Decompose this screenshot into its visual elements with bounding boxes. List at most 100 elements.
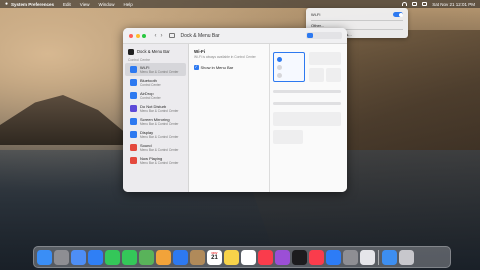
- contacts-book-icon[interactable]: [190, 249, 205, 265]
- sidebar-item-wifi[interactable]: Wi-Fi Menu Bar & Control Center: [125, 63, 186, 76]
- safari-icon[interactable]: [173, 249, 188, 265]
- sidebar-item-sub: Menu Bar & Control Center: [140, 70, 179, 74]
- music-icon[interactable]: [258, 249, 273, 265]
- screen-mirroring-icon: [130, 118, 137, 125]
- sidebar-item-sub: Menu Bar & Control Center: [140, 161, 179, 165]
- menu-help[interactable]: Help: [124, 2, 133, 7]
- preview-bluetooth-dot: [277, 65, 282, 70]
- sidebar-item-sub: Menu Bar & Control Center: [140, 148, 179, 152]
- maps-icon[interactable]: [139, 249, 154, 265]
- podcasts-icon[interactable]: [275, 249, 290, 265]
- sidebar-item-sub: Menu Bar & Control Center: [140, 122, 179, 126]
- sidebar-item-now-playing[interactable]: Now Playing Menu Bar & Control Center: [125, 154, 186, 167]
- sidebar-header[interactable]: Dock & Menu Bar: [123, 44, 188, 55]
- sidebar-item-airdrop[interactable]: AirDrop Control Center: [125, 89, 186, 102]
- wifi-status-icon[interactable]: [402, 2, 408, 6]
- system-preferences-icon[interactable]: [343, 249, 358, 265]
- zoom-button[interactable]: [142, 33, 146, 38]
- wifi-toggle[interactable]: [393, 12, 403, 17]
- menu-view[interactable]: View: [80, 2, 90, 7]
- preview-airdrop-dot: [277, 73, 282, 78]
- content-pane: Wi-Fi Wi-Fi is always available in Contr…: [189, 44, 347, 192]
- forward-chevron-icon[interactable]: ›: [161, 33, 163, 39]
- preview-display-slider: [273, 90, 341, 93]
- display-icon: [130, 131, 137, 138]
- app-store-icon[interactable]: [326, 249, 341, 265]
- preview-sound-slider: [273, 102, 341, 105]
- sidebar-item-sub: Control Center: [140, 83, 161, 87]
- sidebar-section-title: Control Centre: [128, 58, 151, 62]
- dock: NOV 21: [33, 246, 451, 268]
- contacts-icon[interactable]: [71, 249, 86, 265]
- preview-dnd-module: [309, 52, 341, 65]
- control-center-icon[interactable]: [422, 2, 428, 6]
- menu-bar: ● System Preferences Edit View Window He…: [0, 0, 480, 8]
- close-button[interactable]: [129, 33, 133, 38]
- other-network-item[interactable]: Other...: [311, 20, 403, 28]
- wifi-menu-title: Wi-Fi: [311, 12, 321, 17]
- tv-icon[interactable]: [292, 249, 307, 265]
- finder-icon[interactable]: [37, 249, 52, 265]
- menubar-clock[interactable]: Sat Nov 21 12:01 PM: [432, 2, 475, 7]
- trash-icon[interactable]: [398, 249, 414, 265]
- checkbox-checked-icon[interactable]: [194, 64, 199, 70]
- sound-icon: [130, 144, 137, 151]
- control-center-preview: [273, 52, 343, 152]
- menu-edit[interactable]: Edit: [63, 2, 71, 7]
- news-icon[interactable]: [309, 249, 324, 265]
- back-chevron-icon[interactable]: ‹: [155, 33, 157, 39]
- calendar-day: 21: [211, 255, 218, 261]
- launchpad-icon[interactable]: [54, 249, 69, 265]
- reminders-icon[interactable]: [241, 249, 256, 265]
- search-icon: [307, 33, 313, 38]
- wifi-diagnostics-icon[interactable]: [360, 249, 375, 265]
- preview-now-playing-module: [273, 112, 341, 126]
- minimize-button[interactable]: [135, 33, 140, 38]
- window-titlebar: ‹ › Dock & Menu Bar: [123, 28, 347, 44]
- menu-window[interactable]: Window: [98, 2, 114, 7]
- sidebar-item-do-not-disturb[interactable]: Do Not Disturb Menu Bar & Control Center: [125, 102, 186, 115]
- wallpaper-islet: [0, 95, 140, 145]
- content-divider: [269, 44, 270, 192]
- preview-wifi-dot: [277, 57, 282, 62]
- sidebar-item-screen-mirroring[interactable]: Screen Mirroring Menu Bar & Control Cente…: [125, 115, 186, 128]
- sidebar-item-bluetooth[interactable]: Bluetooth Control Center: [125, 76, 186, 89]
- window-title: Dock & Menu Bar: [180, 32, 220, 39]
- sidebar-header-label: Dock & Menu Bar: [137, 49, 170, 54]
- wifi-icon: [130, 66, 137, 73]
- search-input[interactable]: [306, 32, 342, 39]
- preview-extra-module: [273, 130, 303, 144]
- show-all-grid-icon[interactable]: [168, 33, 175, 38]
- content-description: Wi-Fi is always available in Control Cen…: [194, 55, 256, 59]
- sidebar-item-sub: Menu Bar & Control Center: [140, 135, 179, 139]
- dock-separator: [378, 249, 379, 265]
- photos-icon[interactable]: [156, 249, 171, 265]
- app-menu[interactable]: System Preferences: [11, 2, 54, 7]
- preview-mirroring-module: [309, 68, 324, 82]
- sidebar-item-display[interactable]: Display Menu Bar & Control Center: [125, 128, 186, 141]
- calendar-icon[interactable]: NOV 21: [207, 249, 222, 265]
- battery-icon[interactable]: [412, 2, 418, 6]
- sidebar: Dock & Menu Bar Control Centre Wi-Fi Menu…: [123, 44, 189, 192]
- sidebar-item-sound[interactable]: Sound Menu Bar & Control Center: [125, 141, 186, 154]
- show-in-menu-bar-checkbox[interactable]: Show in Menu Bar: [194, 64, 266, 70]
- sidebar-item-sub: Menu Bar & Control Center: [140, 109, 179, 113]
- messages-icon[interactable]: [122, 249, 137, 265]
- other-network-label: Other...: [311, 22, 325, 28]
- facetime-icon[interactable]: [105, 249, 120, 265]
- preview-brightness-module: [326, 68, 341, 82]
- show-in-menu-bar-label: Show in Menu Bar: [200, 65, 234, 70]
- content-heading: Wi-Fi: [194, 49, 205, 54]
- wifi-settings: Wi-Fi Wi-Fi is always available in Contr…: [194, 49, 266, 70]
- mail-icon[interactable]: [88, 249, 103, 265]
- notes-icon[interactable]: [224, 249, 239, 265]
- wifi-toggle-row: Wi-Fi: [311, 11, 403, 18]
- dock-icon: [128, 48, 134, 55]
- bluetooth-icon: [130, 79, 137, 86]
- downloads-icon[interactable]: [381, 249, 397, 265]
- preview-connectivity-module: [273, 52, 305, 82]
- now-playing-icon: [130, 157, 137, 164]
- preferences-window: ‹ › Dock & Menu Bar Dock & Menu Bar Cont…: [123, 28, 347, 192]
- moon-icon: [130, 105, 137, 112]
- sidebar-item-sub: Control Center: [140, 96, 161, 100]
